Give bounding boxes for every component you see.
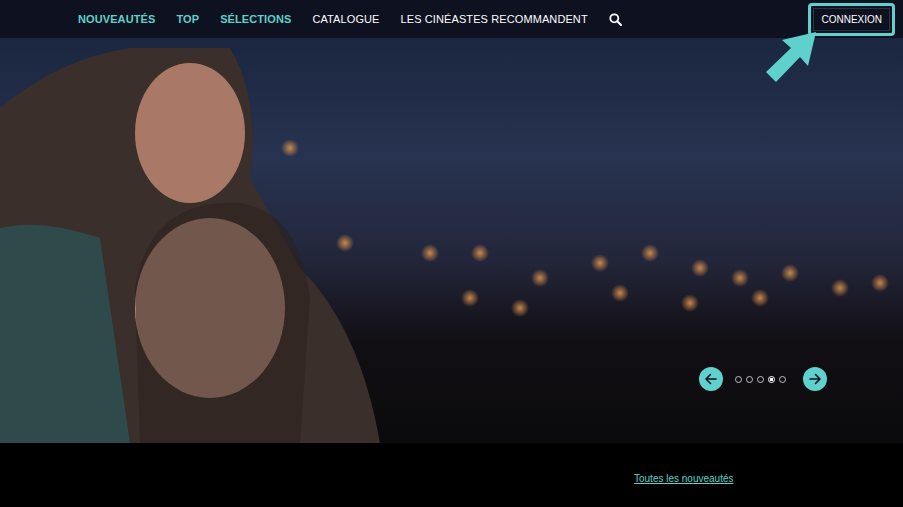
nav-item[interactable]: CATALOGUE xyxy=(312,13,379,25)
carousel-controls xyxy=(699,367,827,391)
carousel-dots xyxy=(735,376,786,383)
nav-menu: NOUVEAUTÉS TOP SÉLECTIONS CATALOGUE LES CINÉ… xyxy=(78,13,622,26)
news-footer: Toutes les nouveautés xyxy=(0,443,903,507)
nav-item[interactable]: NOUVEAUTÉS xyxy=(78,13,155,25)
carousel-dot[interactable] xyxy=(768,376,775,383)
carousel-dot[interactable] xyxy=(735,376,742,383)
carousel-dot[interactable] xyxy=(746,376,753,383)
carousel-dot[interactable] xyxy=(757,376,764,383)
previous-button[interactable] xyxy=(699,367,723,391)
hero-photo xyxy=(0,38,903,443)
login-highlight: CONNEXION xyxy=(808,3,895,36)
search-button[interactable] xyxy=(609,13,622,26)
arrow-right-icon xyxy=(808,372,822,386)
magnifier-icon xyxy=(609,13,622,26)
nav-item[interactable]: LES CINÉASTES RECOMMANDENT xyxy=(401,13,588,25)
pointer-arrow-icon xyxy=(762,30,818,84)
hero-banner xyxy=(0,38,903,443)
next-button[interactable] xyxy=(803,367,827,391)
nav-item[interactable]: SÉLECTIONS xyxy=(220,13,291,25)
nav-item[interactable]: TOP xyxy=(176,13,199,25)
carousel-dot[interactable] xyxy=(779,376,786,383)
arrow-left-icon xyxy=(704,372,718,386)
login-button[interactable]: CONNEXION xyxy=(813,8,890,31)
top-nav: NOUVEAUTÉS TOP SÉLECTIONS CATALOGUE LES CINÉ… xyxy=(0,0,903,38)
all-news-link[interactable]: Toutes les nouveautés xyxy=(634,473,734,484)
